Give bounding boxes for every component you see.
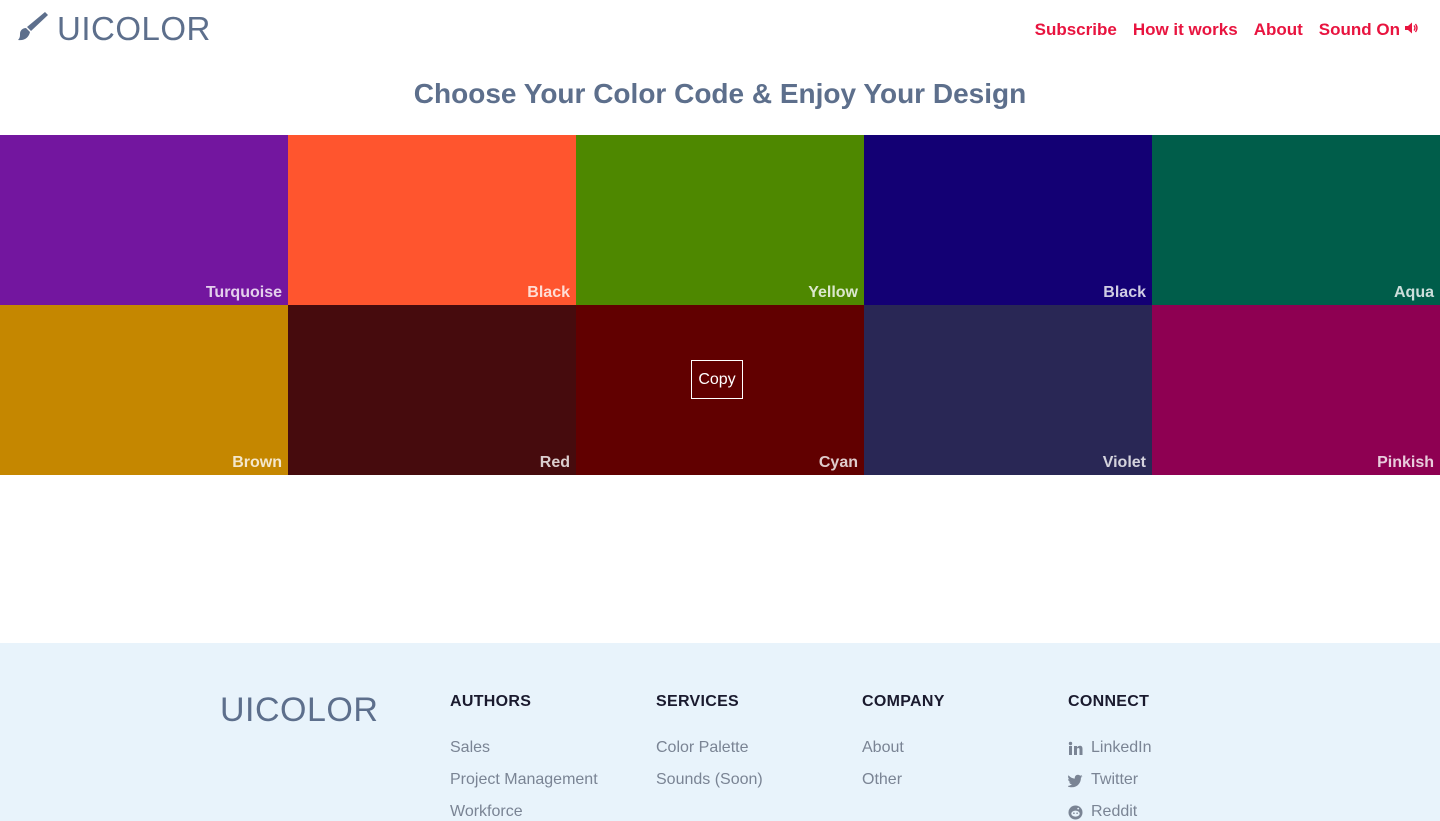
color-swatch[interactable]: Turquoise [0, 135, 288, 305]
swatch-label: Black [527, 284, 570, 301]
color-swatch[interactable]: Red [288, 305, 576, 475]
swatch-label: Brown [232, 454, 282, 471]
speaker-icon [1404, 20, 1418, 40]
nav-sound-label: Sound On [1318, 20, 1400, 39]
footer-heading: AUTHORS [450, 693, 532, 710]
footer-link[interactable]: Project Management [450, 771, 598, 803]
footer-link-label: Twitter [1091, 771, 1139, 788]
footer-link[interactable]: Other [862, 771, 945, 803]
nav-subscribe[interactable]: Subscribe [1035, 20, 1117, 40]
footer-heading: COMPANY [862, 693, 945, 710]
brand-name: UICOLOR [57, 9, 211, 47]
footer-link[interactable]: Sounds (Soon) [656, 771, 763, 803]
paintbrush-icon [15, 9, 49, 48]
nav-sound-toggle[interactable]: Sound On [1319, 20, 1418, 40]
footer-col-company: COMPANY About Other [862, 693, 945, 803]
footer-link-twitter[interactable]: Twitter [1067, 771, 1152, 803]
swatch-label: Yellow [808, 284, 858, 301]
footer-brand[interactable]: UICOLOR [220, 691, 378, 730]
footer-col-connect: CONNECT LinkedIn Twitter Reddit [1067, 693, 1152, 821]
color-swatch[interactable]: Aqua [1152, 135, 1440, 305]
footer-col-services: SERVICES Color Palette Sounds (Soon) [656, 693, 763, 803]
footer-col-authors: AUTHORS Sales Project Management Workfor… [450, 693, 598, 821]
footer-link[interactable]: Sales [450, 739, 598, 771]
color-swatch[interactable]: Pinkish [1152, 305, 1440, 475]
color-swatch[interactable]: Violet [864, 305, 1152, 475]
linkedin-icon [1068, 739, 1083, 761]
swatch-label: Cyan [818, 454, 858, 471]
footer-heading: SERVICES [656, 693, 740, 710]
page-headline: Choose Your Color Code & Enjoy Your Desi… [413, 78, 1027, 109]
footer-link-reddit[interactable]: Reddit [1068, 803, 1152, 821]
swatch-label: Violet [1102, 454, 1146, 471]
swatch-label: Black [1103, 284, 1146, 301]
footer-link[interactable]: About [862, 739, 945, 771]
color-swatch[interactable]: Black [864, 135, 1152, 305]
color-swatch-hovered[interactable]: Copy Cyan [576, 305, 864, 475]
twitter-icon [1067, 771, 1083, 793]
top-nav: Subscribe How it works About Sound On [1035, 20, 1418, 40]
brand-logo[interactable]: UICOLOR [15, 8, 211, 48]
footer-heading: CONNECT [1068, 693, 1150, 710]
swatch-label: Turquoise [205, 284, 282, 301]
swatch-label: Pinkish [1377, 454, 1434, 471]
footer-link[interactable]: Workforce [450, 803, 598, 821]
color-swatch[interactable]: Brown [0, 305, 288, 475]
site-header: UICOLOR Subscribe How it works About Sou… [0, 0, 1440, 60]
nav-how-it-works[interactable]: How it works [1133, 20, 1238, 40]
nav-about[interactable]: About [1254, 20, 1303, 40]
footer-link-linkedin[interactable]: LinkedIn [1068, 739, 1152, 771]
footer-link[interactable]: Color Palette [656, 739, 763, 771]
swatch-label: Aqua [1394, 284, 1434, 301]
color-swatch[interactable]: Black [288, 135, 576, 305]
color-grid: Turquoise Black Yellow Black Aqua Brown … [0, 135, 1440, 475]
site-footer: UICOLOR AUTHORS Sales Project Management… [0, 643, 1440, 821]
footer-link-label: Reddit [1091, 803, 1138, 820]
footer-link-label: LinkedIn [1091, 739, 1152, 756]
reddit-icon [1068, 803, 1083, 821]
swatch-label: Red [539, 454, 570, 471]
color-swatch[interactable]: Yellow [576, 135, 864, 305]
copy-button[interactable]: Copy [691, 360, 743, 399]
